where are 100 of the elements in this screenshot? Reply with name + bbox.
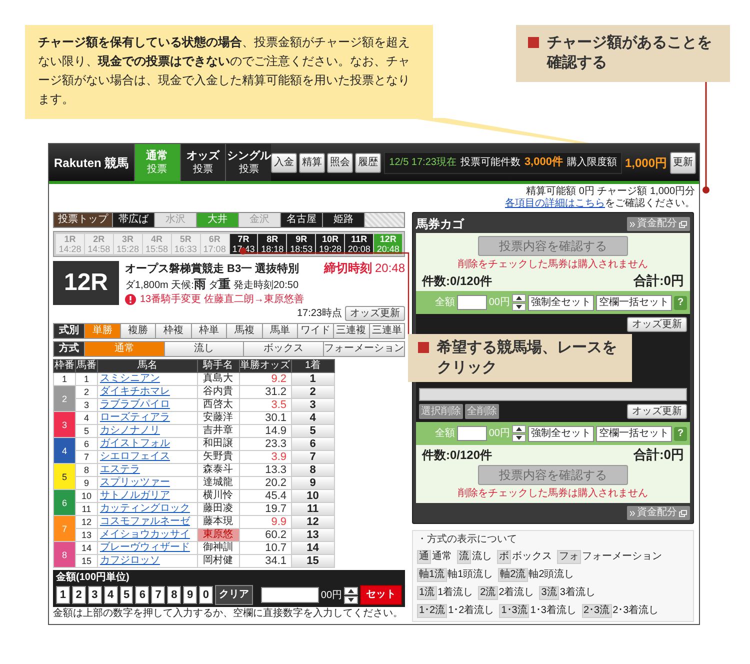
digit-key[interactable]: 3	[88, 586, 102, 604]
bet-type-tab[interactable]: 枠単	[190, 324, 226, 338]
method-tab[interactable]: フォーメーション	[323, 342, 404, 356]
odds-value: 45.4	[239, 490, 292, 502]
nav-tab[interactable]: オッズ 投票	[180, 144, 226, 181]
triangle-down-icon	[516, 305, 522, 309]
header-button[interactable]: 照会	[327, 152, 354, 172]
method-name: 1･2着流し	[448, 605, 494, 617]
first-place-button[interactable]: 15	[292, 555, 334, 567]
race-tab[interactable]: 8R 18:18	[258, 234, 286, 254]
step-down-button[interactable]	[512, 434, 526, 442]
first-place-button[interactable]: 1	[292, 373, 334, 385]
bet-type-tab[interactable]: ワイド	[297, 324, 333, 338]
odds-refresh-button[interactable]: オッズ更新	[345, 306, 405, 321]
first-place-button[interactable]: 12	[292, 516, 334, 528]
unit-text: 00円	[320, 588, 342, 602]
jockey-name: 和田譲	[197, 438, 240, 450]
first-place-button[interactable]: 11	[292, 503, 334, 515]
bet-type-tab[interactable]: 三連複	[332, 324, 368, 338]
warning-text: 削除をチェックした馬券は購入されません	[458, 259, 648, 271]
race-tab[interactable]: 10R 19:28	[316, 234, 344, 254]
digit-key[interactable]: 1	[56, 586, 70, 604]
race-tab[interactable]: 11R 20:08	[345, 234, 374, 254]
double-chevron-icon	[630, 222, 635, 226]
first-place-button[interactable]: 5	[292, 425, 334, 437]
nav-tab[interactable]: シングル 投票	[225, 144, 272, 181]
step-down-button[interactable]	[512, 303, 526, 311]
digit-key[interactable]: 8	[167, 586, 182, 604]
digit-key[interactable]: 2	[72, 586, 86, 604]
first-place-button[interactable]: 14	[292, 542, 334, 554]
first-place-button[interactable]: 13	[292, 529, 334, 541]
first-place-button[interactable]: 9	[292, 477, 334, 489]
triangle-up-icon	[348, 588, 354, 592]
first-place-button[interactable]: 3	[292, 399, 334, 411]
horse-number: 15	[75, 554, 98, 568]
race-tab[interactable]: 9R 18:53	[287, 234, 316, 254]
step-up-button[interactable]	[512, 425, 526, 433]
jockey-name: 真島大	[197, 372, 240, 386]
method-name: 軸2頭流し	[528, 569, 574, 581]
first-place-button[interactable]: 4	[292, 412, 334, 424]
step-up-button[interactable]	[344, 586, 358, 594]
bet-type-tab[interactable]: 複勝	[120, 324, 156, 338]
step-up-button[interactable]	[512, 294, 526, 302]
column-header: 枠番	[54, 360, 76, 372]
horse-number: 14	[75, 542, 98, 554]
notice-text: 13番騎手変更 佐藤直二朗→東原悠善	[140, 293, 304, 306]
venue-tab[interactable]: 帯広ば	[113, 213, 155, 227]
jockey-name: 谷内貴	[197, 386, 240, 398]
bulk-set-button[interactable]: 空欄一括セット	[596, 426, 672, 442]
jockey-name: 御神訓	[197, 542, 240, 554]
venue-tab[interactable]: 姫路	[323, 213, 365, 227]
set-button[interactable]: セット	[360, 585, 402, 605]
first-place-button[interactable]: 8	[292, 464, 334, 476]
bet-type-tab[interactable]: 三連単	[368, 324, 404, 338]
first-place-button[interactable]: 10	[292, 490, 334, 502]
amount-input[interactable]	[456, 295, 487, 310]
method-name: 1着流し	[438, 587, 474, 599]
digit-key[interactable]: 7	[151, 586, 166, 604]
horse-number: 12	[75, 516, 98, 528]
first-place-button[interactable]: 2	[292, 386, 334, 398]
triangle-up-icon	[516, 427, 522, 431]
amount-input[interactable]	[260, 587, 319, 603]
bulk-set-button[interactable]: 空欄一括セット	[596, 294, 672, 310]
digit-key[interactable]: 9	[183, 586, 198, 604]
odds-refresh-button[interactable]: オッズ更新	[627, 317, 687, 332]
digit-key[interactable]: 0	[199, 586, 213, 604]
first-place-button[interactable]: 7	[292, 451, 334, 463]
bet-type-tab[interactable]: 馬複	[226, 324, 262, 338]
digit-key[interactable]: 6	[135, 586, 150, 604]
top-button[interactable]: 投票トップ	[54, 213, 113, 227]
frame-number: 6	[54, 490, 76, 516]
jockey-name: 横川怜	[197, 490, 240, 502]
method-badge: ボ	[497, 550, 511, 564]
force-set-button[interactable]: 強制全セット	[528, 426, 594, 442]
odds-refresh-button[interactable]: オッズ更新	[627, 404, 687, 419]
first-place-button[interactable]: 6	[292, 438, 334, 450]
column-header: 騎手名	[197, 360, 240, 372]
odds-value: 19.7	[239, 502, 292, 516]
digit-key[interactable]: 5	[120, 586, 134, 604]
digit-key[interactable]: 4	[104, 586, 118, 604]
method-name: 2着流し	[498, 587, 534, 599]
amount-input[interactable]	[456, 426, 487, 441]
header-button[interactable]: 精算	[299, 152, 326, 172]
bet-type-tab[interactable]: 枠複	[155, 324, 191, 338]
horse-number: 6	[75, 438, 98, 450]
frame-number: 3	[54, 412, 76, 438]
odds-time: 17:23時点	[296, 308, 342, 318]
step-down-button[interactable]	[344, 596, 358, 604]
method-tab[interactable]: 流し	[164, 342, 244, 356]
detail-link[interactable]: 各項目の詳細はこちら	[505, 198, 605, 209]
header-button[interactable]: 入金	[271, 152, 298, 172]
venue-tab[interactable]: 名古屋	[281, 213, 323, 227]
clear-button[interactable]: クリア	[214, 585, 253, 605]
header-button[interactable]: 履歴	[355, 152, 382, 172]
method-tab[interactable]: ボックス	[243, 342, 324, 356]
race-title: オープス磐梯賞競走 B3一 選抜特別	[125, 262, 300, 276]
refresh-button[interactable]: 更新	[670, 152, 696, 174]
force-set-button[interactable]: 強制全セット	[528, 294, 594, 310]
odds-value: 10.7	[239, 542, 292, 554]
bet-type-tab[interactable]: 馬単	[262, 324, 298, 338]
